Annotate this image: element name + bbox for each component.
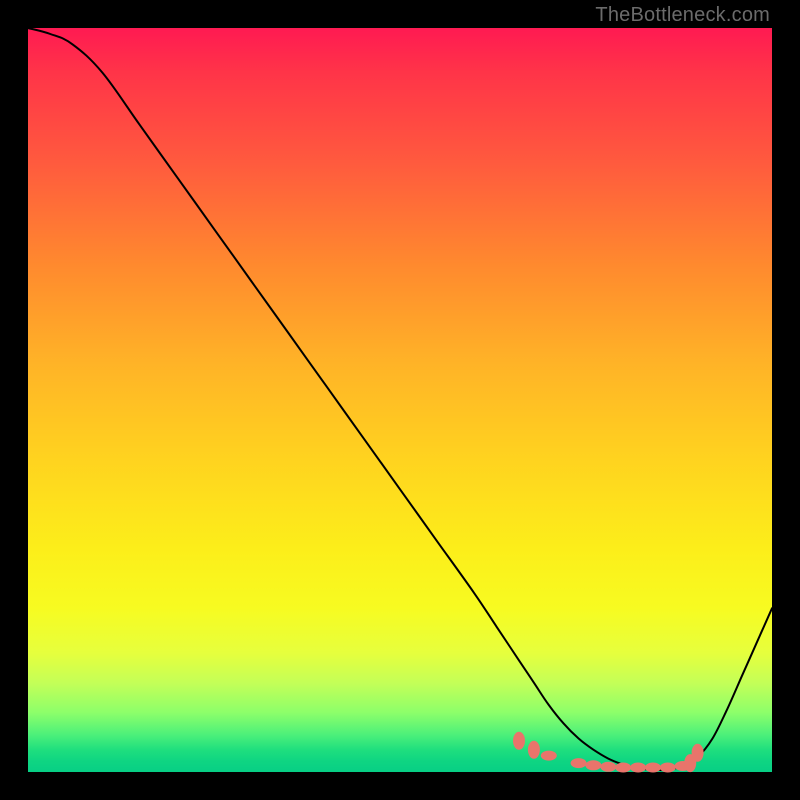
chart-frame: TheBottleneck.com [0, 0, 800, 800]
curve-marker [541, 751, 557, 761]
curve-marker [645, 763, 661, 773]
curve-marker [600, 762, 616, 772]
bottleneck-curve [28, 28, 772, 770]
plot-area [28, 28, 772, 772]
curve-marker [513, 732, 525, 750]
curve-marker [585, 760, 601, 770]
chart-overlay [28, 28, 772, 772]
curve-marker [692, 744, 704, 762]
curve-marker [660, 763, 676, 773]
curve-marker [571, 758, 587, 768]
curve-marker [528, 741, 540, 759]
curve-marker [630, 763, 646, 773]
curve-marker [615, 763, 631, 773]
marker-group [513, 732, 704, 773]
watermark-text: TheBottleneck.com [595, 4, 770, 27]
